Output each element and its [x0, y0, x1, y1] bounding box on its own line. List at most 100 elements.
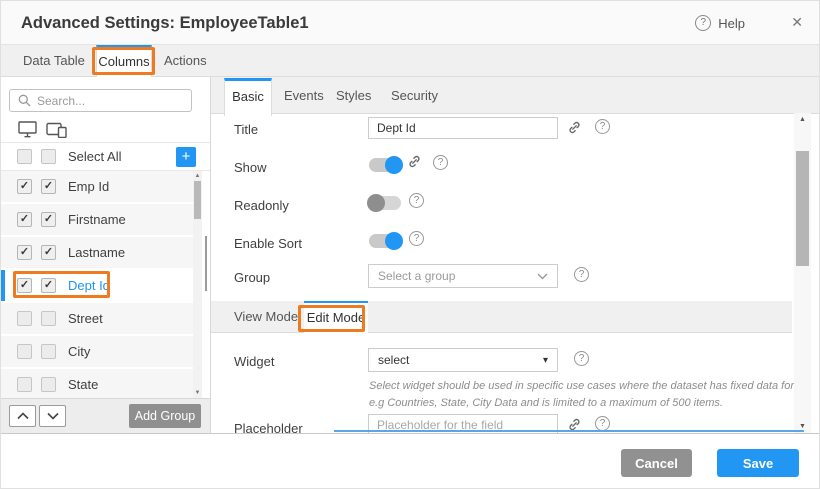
enable-sort-toggle[interactable] — [369, 234, 401, 248]
desktop-checkbox[interactable]: ✓ — [17, 278, 32, 293]
panel-scrollbar[interactable]: ▲ ▼ — [794, 113, 811, 433]
widget-select-value: select — [378, 353, 543, 367]
scroll-up-icon[interactable]: ▲ — [193, 173, 202, 179]
bind-property-link-icon[interactable] — [567, 120, 582, 140]
group-select-placeholder: Select a group — [378, 269, 537, 283]
scroll-down-icon[interactable]: ▼ — [193, 390, 202, 396]
select-all-desktop-checkbox[interactable] — [17, 149, 32, 164]
group-help-icon[interactable]: ? — [574, 267, 589, 282]
tab-styles[interactable]: Styles — [336, 77, 371, 114]
desktop-icon[interactable] — [18, 121, 37, 138]
help-label: Help — [718, 16, 745, 31]
column-list: ✓ ✓ Emp Id ✓ ✓ Firstname ✓ ✓ Lastname ✓ … — [1, 171, 202, 398]
list-item-firstname[interactable]: ✓ ✓ Firstname — [1, 204, 202, 235]
dialog-header: Advanced Settings: EmployeeTable1 ? Help… — [1, 1, 819, 45]
show-help-icon[interactable]: ? — [433, 155, 448, 170]
search-icon — [18, 94, 31, 107]
chevron-up-icon — [17, 412, 29, 420]
scroll-up-icon[interactable]: ▲ — [794, 116, 811, 123]
close-icon[interactable]: ✕ — [791, 14, 803, 31]
column-label: State — [68, 377, 98, 392]
list-item-lastname[interactable]: ✓ ✓ Lastname — [1, 237, 202, 268]
select-all-row: Select All + — [1, 143, 210, 171]
tab-edit-mode[interactable]: Edit Mode — [304, 301, 368, 333]
dialog-footer: Cancel Save — [1, 433, 819, 489]
sidebar-footer: Add Group — [1, 398, 210, 433]
list-item-dept-id[interactable]: ✓ ✓ Dept Id — [1, 270, 202, 301]
mobile-checkbox[interactable] — [41, 311, 56, 326]
list-item-emp-id[interactable]: ✓ ✓ Emp Id — [1, 171, 202, 202]
mobile-tablet-icon[interactable] — [46, 121, 67, 138]
desktop-checkbox[interactable]: ✓ — [17, 212, 32, 227]
mobile-checkbox[interactable]: ✓ — [41, 245, 56, 260]
desktop-checkbox[interactable] — [17, 311, 32, 326]
tab-actions[interactable]: Actions — [164, 45, 207, 76]
tab-basic[interactable]: Basic — [224, 78, 272, 116]
add-group-button[interactable]: Add Group — [129, 404, 201, 428]
desktop-checkbox[interactable] — [17, 377, 32, 392]
title-help-icon[interactable]: ? — [595, 119, 610, 134]
select-all-label: Select All — [68, 149, 121, 164]
show-toggle[interactable] — [369, 158, 401, 172]
add-column-button[interactable]: + — [176, 147, 196, 167]
title-input[interactable] — [368, 117, 558, 139]
mobile-checkbox[interactable] — [41, 344, 56, 359]
column-label: Emp Id — [68, 179, 109, 194]
widget-help-icon[interactable]: ? — [574, 351, 589, 366]
readonly-toggle[interactable] — [369, 196, 401, 210]
tab-view-mode[interactable]: View Mode — [234, 301, 298, 333]
scrollbar-thumb[interactable] — [194, 181, 201, 219]
search-input[interactable] — [37, 94, 177, 108]
search-box[interactable] — [9, 89, 192, 112]
desktop-checkbox[interactable] — [17, 344, 32, 359]
select-all-mobile-checkbox[interactable] — [41, 149, 56, 164]
list-item-state[interactable]: State — [1, 369, 202, 398]
tab-events[interactable]: Events — [284, 77, 324, 114]
cancel-button[interactable]: Cancel — [621, 449, 692, 477]
desktop-checkbox[interactable]: ✓ — [17, 245, 32, 260]
readonly-field-label: Readonly — [234, 198, 289, 213]
group-select[interactable]: Select a group — [368, 264, 558, 288]
device-toggle-row — [1, 116, 210, 143]
mobile-checkbox[interactable]: ✓ — [41, 212, 56, 227]
widget-select[interactable]: select ▾ — [368, 348, 558, 372]
settings-tabbar: Basic Events Styles Security — [211, 77, 819, 114]
panel-bottom-edge — [334, 430, 804, 432]
sidebar-scrollbar[interactable]: ▲ ▼ — [193, 171, 202, 398]
help-button[interactable]: ? Help — [695, 15, 745, 31]
list-item-city[interactable]: City — [1, 336, 202, 367]
tab-security[interactable]: Security — [391, 77, 438, 114]
save-button[interactable]: Save — [717, 449, 799, 477]
show-field-label: Show — [234, 160, 267, 175]
move-up-button[interactable] — [9, 405, 36, 427]
mobile-checkbox[interactable]: ✓ — [41, 179, 56, 194]
column-label: Street — [68, 311, 103, 326]
column-label: Firstname — [68, 212, 126, 227]
mobile-checkbox[interactable]: ✓ — [41, 278, 56, 293]
list-item-street[interactable]: Street — [1, 303, 202, 334]
tab-data-table[interactable]: Data Table — [23, 45, 85, 76]
enable-sort-help-icon[interactable]: ? — [409, 231, 424, 246]
placeholder-help-icon[interactable]: ? — [595, 416, 610, 431]
toggle-knob — [385, 156, 403, 174]
scroll-down-icon[interactable]: ▼ — [794, 423, 811, 430]
dialog-title: Advanced Settings: EmployeeTable1 — [21, 1, 309, 45]
toggle-knob — [385, 232, 403, 250]
main-tabbar: Data Table Columns Actions — [1, 45, 819, 77]
chevron-down-icon — [537, 273, 548, 280]
readonly-help-icon[interactable]: ? — [409, 193, 424, 208]
dropdown-arrow-icon: ▾ — [543, 355, 548, 366]
enable-sort-field-label: Enable Sort — [234, 236, 302, 251]
mobile-checkbox[interactable] — [41, 377, 56, 392]
chevron-down-icon — [47, 412, 59, 420]
bind-property-link-icon[interactable] — [407, 154, 422, 174]
placeholder-field-label: Placeholder — [234, 421, 303, 433]
panel-resize-handle[interactable] — [205, 236, 207, 291]
column-label: Dept Id — [68, 278, 110, 293]
tab-columns[interactable]: Columns — [96, 45, 152, 77]
move-down-button[interactable] — [39, 405, 66, 427]
scrollbar-thumb[interactable] — [796, 151, 809, 266]
desktop-checkbox[interactable]: ✓ — [17, 179, 32, 194]
column-settings-panel: Basic Events Styles Security Title ? Sho… — [211, 77, 819, 433]
column-label: City — [68, 344, 90, 359]
